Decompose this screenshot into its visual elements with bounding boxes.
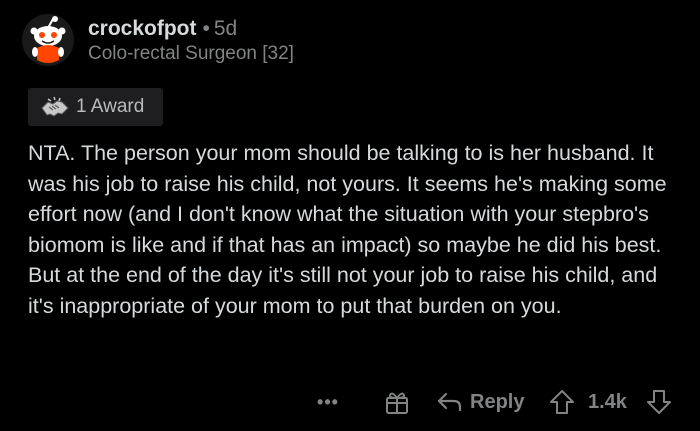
upvote-button[interactable] xyxy=(549,389,575,415)
give-award-button[interactable] xyxy=(384,389,410,415)
reply-arrow-icon xyxy=(437,392,462,412)
downvote-arrow-icon xyxy=(647,390,671,414)
vote-score: 1.4k xyxy=(588,391,627,413)
snoo-avatar-icon xyxy=(22,14,74,66)
award-count-label: 1 Award xyxy=(76,96,145,117)
comment-meta: crockofpot • 5d xyxy=(88,16,237,42)
user-flair: Colo-rectal Surgeon [32] xyxy=(88,43,294,64)
upvote-arrow-icon xyxy=(550,390,574,414)
comment-action-bar: ••• Reply 1.4k xyxy=(0,386,700,418)
downvote-button[interactable] xyxy=(646,389,672,415)
more-options-button[interactable]: ••• xyxy=(316,386,340,418)
username-link[interactable]: crockofpot xyxy=(88,17,197,40)
avatar[interactable] xyxy=(22,14,74,66)
meta-separator: • xyxy=(202,17,210,40)
award-chip[interactable]: 1 Award xyxy=(28,88,163,126)
reply-button[interactable]: Reply xyxy=(436,386,524,418)
reply-label: Reply xyxy=(470,390,525,413)
comment-body: NTA. The person your mom should be talki… xyxy=(28,141,667,318)
more-options-label: ••• xyxy=(317,391,339,412)
gift-award-icon xyxy=(386,392,408,414)
comment-age: 5d xyxy=(213,17,238,40)
handshake-award-icon xyxy=(41,96,69,117)
